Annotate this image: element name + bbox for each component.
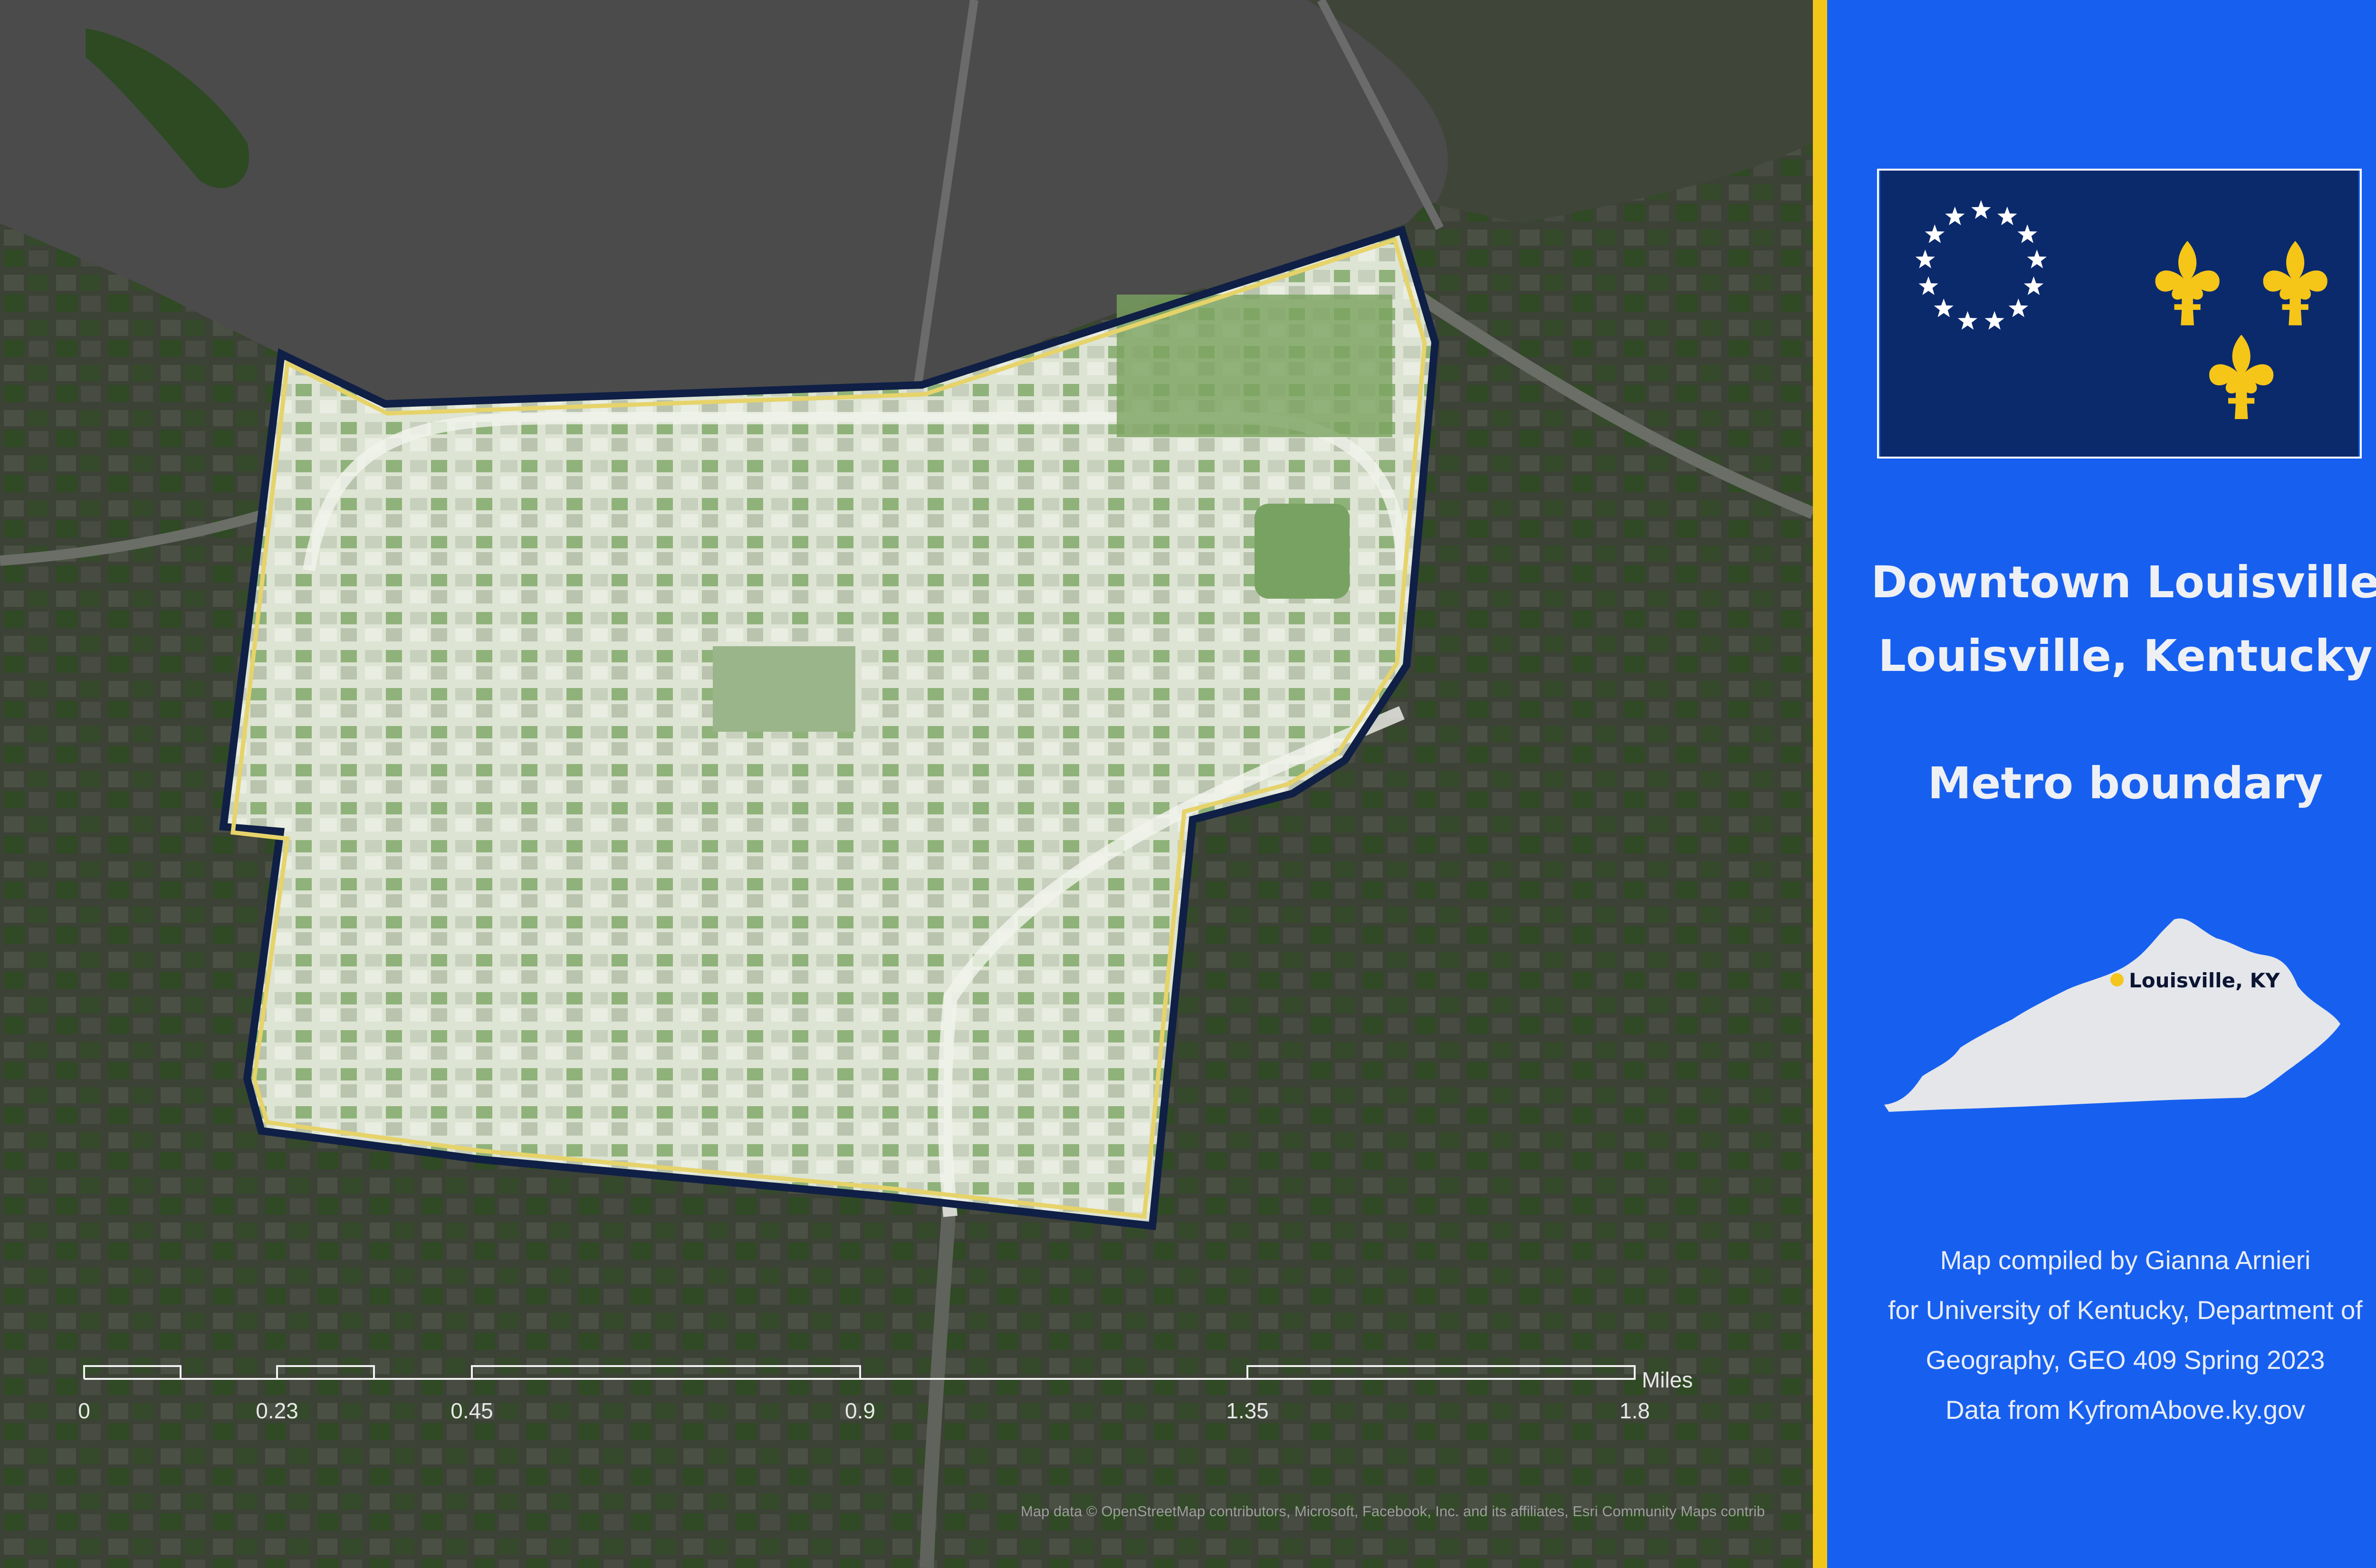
panel-divider bbox=[1813, 0, 1827, 1568]
scale-tick-0.23: 0.23 bbox=[256, 1398, 298, 1423]
scale-tick-0: 0 bbox=[78, 1398, 90, 1423]
map-canvas[interactable]: 0 0.23 0.45 0.9 1.35 1.8 Miles Map data … bbox=[0, 0, 1813, 1568]
scale-tick-1.8: 1.8 bbox=[1619, 1398, 1650, 1423]
flag-field bbox=[1880, 171, 2359, 457]
info-panel: Downtown Louisville Louisville, Kentucky… bbox=[1827, 0, 2376, 1568]
map-location: Louisville, Kentucky bbox=[1878, 631, 2373, 681]
credit-author: Map compiled by Gianna Arnieri bbox=[1940, 1245, 2311, 1275]
basemap bbox=[0, 0, 1813, 1568]
louisville-flag bbox=[1877, 169, 2362, 459]
credit-data-source: Data from KyfromAbove.ky.gov bbox=[1945, 1395, 2306, 1425]
map-title: Downtown Louisville bbox=[1871, 557, 2376, 608]
louisville-label: Louisville, KY bbox=[2129, 969, 2280, 992]
scale-tick-0.9: 0.9 bbox=[845, 1398, 875, 1423]
credit-affiliation: for University of Kentucky, Department o… bbox=[1888, 1295, 2363, 1325]
scale-tick-1.35: 1.35 bbox=[1226, 1398, 1269, 1423]
scale-unit: Miles bbox=[1642, 1367, 1693, 1392]
kentucky-locator-inset: Louisville, KY bbox=[1884, 918, 2340, 1112]
ballpark bbox=[1255, 504, 1350, 599]
scale-bar: 0 0.23 0.45 0.9 1.35 1.8 Miles bbox=[78, 1365, 1693, 1423]
credit-course: Geography, GEO 409 Spring 2023 bbox=[1926, 1345, 2325, 1375]
map-attribution: Map data © OpenStreetMap contributors, M… bbox=[1021, 1503, 1765, 1520]
scale-tick-0.45: 0.45 bbox=[450, 1398, 493, 1423]
kentucky-outline bbox=[1884, 918, 2340, 1112]
louisville-marker bbox=[2110, 973, 2124, 986]
map-subtitle: Metro boundary bbox=[1927, 758, 2323, 809]
plaza-green bbox=[713, 646, 855, 732]
